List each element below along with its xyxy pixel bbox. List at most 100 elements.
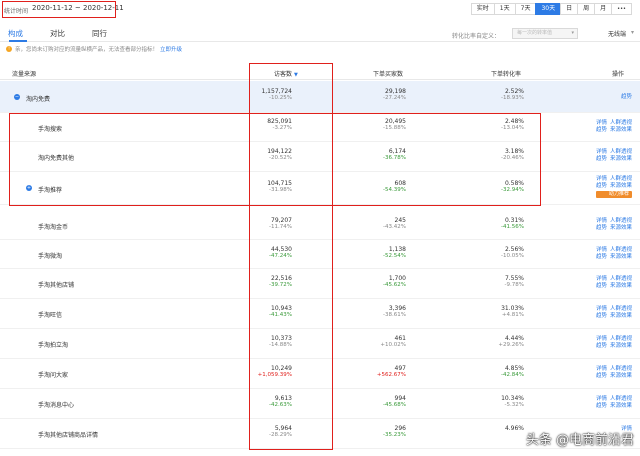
- sort-down-icon[interactable]: ▼: [294, 72, 298, 78]
- boost-recommend-badge[interactable]: 助力推荐: [595, 191, 632, 198]
- visitors-cell: 1,157,724 -10.25%: [261, 88, 292, 102]
- trend-link[interactable]: 趋势: [596, 283, 607, 290]
- source-effect-link[interactable]: 来源效果: [610, 225, 632, 232]
- trend-link[interactable]: 趋势: [596, 156, 607, 163]
- trend-link[interactable]: 趋势: [596, 254, 607, 261]
- source-effect-link[interactable]: 来源效果: [610, 156, 632, 163]
- source-effect-link[interactable]: 来源效果: [610, 373, 632, 380]
- period-30day[interactable]: 30天: [535, 3, 562, 15]
- rate-value: 0.31%: [504, 217, 524, 224]
- collapse-icon[interactable]: −: [14, 94, 20, 100]
- watermark-text: 头条 @电商前沿君: [525, 433, 634, 448]
- buyers-cell: 497 +562.67%: [377, 365, 406, 379]
- visitors-cell: 194,122 -20.52%: [267, 148, 292, 162]
- visitors-value: 1,157,724: [261, 88, 292, 95]
- source-effect-link[interactable]: 来源效果: [610, 403, 632, 410]
- header-buyers[interactable]: 下单买家数: [373, 69, 403, 78]
- rate-cell: 4.85% -42.84%: [501, 365, 524, 379]
- rate-value: 4.85%: [504, 365, 524, 372]
- upgrade-link[interactable]: 立即升级: [160, 45, 182, 53]
- visitors-change: -31.98%: [269, 187, 292, 194]
- rate-change: +4.81%: [501, 312, 524, 319]
- trend-link[interactable]: 趋势: [596, 343, 607, 350]
- rate-cell: 7.55% -9.78%: [505, 275, 524, 289]
- period-7day[interactable]: 7天: [514, 3, 537, 15]
- source-effect-link[interactable]: 来源效果: [610, 127, 632, 134]
- rate-value: 4.44%: [504, 335, 524, 342]
- source-effect-link[interactable]: 来源效果: [610, 183, 632, 190]
- header-visitors[interactable]: 访客数 ▼: [274, 69, 298, 78]
- buyers-change: -38.61%: [383, 312, 406, 319]
- compare-select[interactable]: 每一次的转率值 ▾: [512, 28, 578, 39]
- tab-peers[interactable]: 同行: [92, 28, 107, 39]
- buyers-value: 608: [394, 180, 406, 187]
- buyers-cell: 994 -45.68%: [383, 395, 406, 409]
- visitors-change: -47.24%: [269, 253, 292, 260]
- table-row: 手淘淘金币 79,207 -11.74% 245 -43.42% 0.31% -41.…: [0, 212, 640, 240]
- rate-cell: 4.96%: [505, 425, 524, 432]
- ops-cell: 详情 人群透视 趋势 来源效果: [596, 247, 632, 261]
- warning-icon: !: [6, 46, 12, 52]
- rate-cell: 31.03% +4.81%: [501, 305, 524, 319]
- row-name: 手淘问大家: [38, 372, 69, 379]
- buyers-change: +562.67%: [376, 372, 406, 379]
- buyers-change: -35.23%: [383, 432, 406, 439]
- buyers-value: 3,396: [388, 305, 406, 312]
- compare-select-value: 每一次的转率值: [517, 30, 553, 36]
- rate-change: -20.46%: [501, 155, 524, 162]
- period-1day[interactable]: 1天: [493, 3, 516, 15]
- source-effect-link[interactable]: 来源效果: [610, 254, 632, 261]
- buyers-cell: 20,495 -15.88%: [383, 118, 406, 132]
- header-rate[interactable]: 下单转化率: [491, 69, 521, 78]
- ellipsis-icon[interactable]: •••: [611, 3, 632, 15]
- tab-compare[interactable]: 对比: [50, 28, 65, 39]
- expand-icon[interactable]: +: [26, 185, 32, 191]
- table-row: + 手淘推荐 104,715 -31.98% 608 -54.39% 0.58% -3…: [0, 172, 640, 205]
- trend-link[interactable]: 趋势: [596, 403, 607, 410]
- trend-link[interactable]: 趋势: [596, 127, 607, 134]
- visitors-value: 104,715: [267, 180, 292, 187]
- visitors-change: -10.25%: [269, 95, 292, 102]
- visitors-cell: 10,943 -41.43%: [269, 305, 292, 319]
- chevron-down-icon: ▾: [630, 29, 634, 36]
- notice-text: 亲，您尚未订购对应的流量纵横产品，无法查看部分指标！: [15, 47, 159, 53]
- buyers-cell: 1,138 -52.54%: [383, 246, 406, 260]
- visitors-value: 22,516: [271, 275, 292, 282]
- trend-link[interactable]: 趋势: [596, 183, 607, 190]
- row-name: 手淘其他店铺: [38, 282, 75, 289]
- rate-value: 10.34%: [501, 395, 524, 402]
- source-effect-link[interactable]: 来源效果: [610, 283, 632, 290]
- rate-change: -41.56%: [501, 224, 524, 231]
- rate-cell: 2.56% -10.05%: [501, 246, 524, 260]
- table-row: − 淘内免费 1,157,724 -10.25% 29,198 -27.24% 2.…: [0, 81, 640, 113]
- period-day[interactable]: 日: [560, 3, 579, 15]
- visitors-change: -3.27%: [272, 125, 292, 132]
- table-row: 淘内免费其他 194,122 -20.52% 6,174 -36.78% 3.18%…: [0, 142, 640, 172]
- rate-value: 31.03%: [501, 305, 524, 312]
- period-week[interactable]: 周: [577, 3, 596, 15]
- period-month[interactable]: 月: [594, 3, 613, 15]
- tab-composition[interactable]: 构成: [8, 28, 23, 39]
- source-effect-link[interactable]: 来源效果: [610, 343, 632, 350]
- row-name: 手淘微淘: [38, 253, 63, 260]
- row-name: 淘内免费其他: [38, 155, 75, 162]
- header-visitors-label: 访客数: [274, 71, 293, 78]
- visitors-change: +1,059.39%: [257, 372, 292, 379]
- visitors-cell: 79,207 -11.74%: [269, 217, 292, 231]
- buyers-change: -45.62%: [383, 282, 406, 289]
- trend-link[interactable]: 趋势: [596, 225, 607, 232]
- visitors-cell: 10,249 +1,059.39%: [258, 365, 292, 379]
- visitors-change: -11.74%: [269, 224, 292, 231]
- table-row: 手淘消息中心 9,613 -42.63% 994 -45.68% 10.34% -5.…: [0, 389, 640, 419]
- source-effect-link[interactable]: 来源效果: [610, 313, 632, 320]
- rate-value: 2.52%: [504, 88, 524, 95]
- row-name: 手淘消息中心: [38, 402, 75, 409]
- header-ops: 操作: [612, 71, 625, 78]
- period-realtime[interactable]: 实时: [470, 3, 495, 15]
- trend-link[interactable]: 趋势: [621, 94, 632, 101]
- row-name: 手淘推荐: [38, 187, 63, 194]
- buyers-value: 20,495: [385, 118, 406, 125]
- trend-link[interactable]: 趋势: [596, 313, 607, 320]
- trend-link[interactable]: 趋势: [596, 373, 607, 380]
- device-select[interactable]: 无线端: [608, 29, 626, 38]
